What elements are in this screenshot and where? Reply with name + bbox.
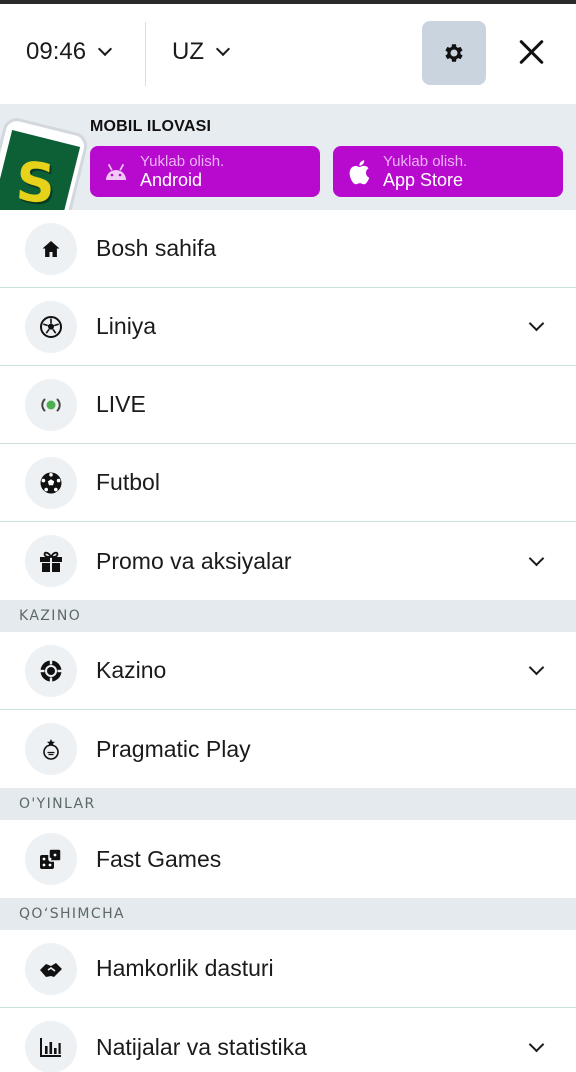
soccer-ball-icon (25, 300, 77, 353)
home-icon (25, 222, 77, 275)
time-selector[interactable]: 09:46 (26, 36, 113, 68)
menu-item-promo[interactable]: Promo va aksiyalar (0, 522, 576, 600)
casino-chip-icon (25, 644, 77, 697)
menu-item-pragmatic-play[interactable]: Pragmatic Play (0, 710, 576, 788)
menu-item-futbol[interactable]: Futbol (0, 444, 576, 522)
chevron-down-icon[interactable] (528, 315, 545, 332)
download-android-button[interactable]: Yuklab olish. Android (90, 146, 320, 197)
statistics-icon (25, 1021, 77, 1072)
menu-item-label: LIVE (96, 391, 146, 417)
section-title: O'YINLAR (19, 796, 96, 812)
menu-item-label: Hamkorlik dasturi (96, 955, 274, 981)
chevron-down-icon[interactable] (528, 659, 545, 676)
banner-title: MOBIL ILOVASI (90, 118, 212, 135)
download-appstore-button[interactable]: Yuklab olish. App Store (333, 146, 563, 197)
handshake-icon (25, 942, 77, 995)
side-menu: Bosh sahifa Liniya LIVE Futbol Promo va … (0, 210, 576, 1072)
chevron-down-icon[interactable] (528, 550, 545, 566)
language-selector[interactable]: UZ (172, 36, 231, 68)
section-header-kazino: KAZINO (0, 600, 576, 632)
menu-item-kazino[interactable]: Kazino (0, 632, 576, 710)
close-button[interactable] (512, 32, 552, 72)
chevron-down-icon (215, 41, 231, 57)
android-download-caption: Yuklab olish. (140, 152, 225, 170)
menu-item-bosh-sahifa[interactable]: Bosh sahifa (0, 210, 576, 288)
appstore-label: App Store (383, 169, 464, 190)
menu-item-natijalar[interactable]: Natijalar va statistika (0, 1008, 576, 1072)
menu-item-liniya[interactable]: Liniya (0, 288, 576, 366)
menu-item-label: Fast Games (96, 845, 222, 872)
apple-icon (345, 158, 373, 186)
menu-item-label: Bosh sahifa (96, 235, 217, 261)
menu-item-label: Natijalar va statistika (96, 1033, 307, 1060)
phone-illustration: S (0, 115, 91, 210)
appstore-download-caption: Yuklab olish. (383, 152, 468, 170)
menu-item-label: Futbol (96, 469, 160, 495)
pragmatic-play-icon (25, 723, 77, 775)
football-icon (25, 456, 77, 509)
section-title: QO‘SHIMCHA (19, 906, 125, 922)
language-value: UZ (172, 38, 204, 65)
android-icon (102, 158, 130, 186)
menu-item-label: Liniya (96, 313, 157, 339)
header-divider (145, 22, 146, 86)
settings-button[interactable] (422, 21, 486, 85)
menu-item-label: Kazino (96, 657, 167, 683)
chevron-down-icon[interactable] (528, 1036, 545, 1052)
chevron-down-icon (97, 41, 113, 57)
live-broadcast-icon (25, 378, 77, 431)
section-title: KAZINO (19, 608, 82, 624)
dice-icon (25, 833, 77, 885)
gear-icon (445, 44, 463, 62)
section-header-oyinlar: O'YINLAR (0, 788, 576, 820)
menu-item-hamkorlik[interactable]: Hamkorlik dasturi (0, 930, 576, 1008)
menu-item-label: Pragmatic Play (96, 735, 251, 762)
mobile-app-banner: S MOBIL ILOVASI Yuklab olish. Android Yu… (0, 104, 576, 210)
time-value: 09:46 (26, 38, 87, 65)
menu-item-label: Promo va aksiyalar (96, 547, 292, 574)
menu-item-fast-games[interactable]: Fast Games (0, 820, 576, 898)
menu-header: 09:46 UZ (0, 4, 576, 104)
brand-logo-letter: S (13, 149, 57, 210)
section-header-qoshimcha: QO‘SHIMCHA (0, 898, 576, 930)
gift-icon (25, 535, 77, 587)
android-store-label: Android (140, 169, 203, 190)
menu-item-live[interactable]: LIVE (0, 366, 576, 444)
